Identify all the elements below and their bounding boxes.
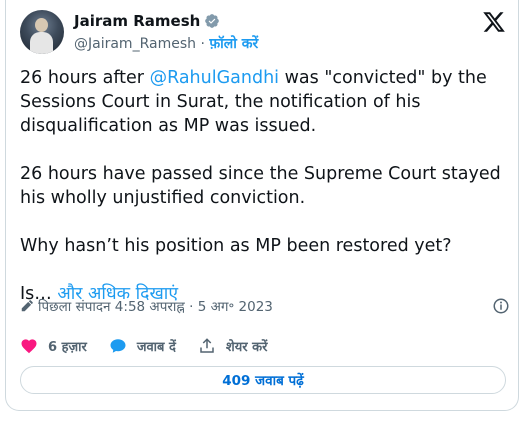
read-replies-button[interactable]: 409 जवाब पढ़ें — [20, 366, 506, 394]
avatar-body — [30, 32, 53, 54]
edited-timestamp[interactable]: पिछला संपादन 4:58 अपराह्न · 5 अग॰ 2023 — [38, 297, 273, 315]
like-count: 6 हज़ार — [48, 340, 87, 355]
tweet-paragraph-2: 26 hours have passed since the Supreme C… — [20, 164, 501, 208]
x-logo-icon[interactable] — [482, 10, 506, 34]
action-bar: 6 हज़ार जवाब दें शेयर करें — [20, 336, 510, 356]
author-name-row: Jairam Ramesh — [74, 12, 220, 30]
tweet-card: Jairam Ramesh @Jairam_Ramesh · फ़ॉलो करे… — [5, 0, 519, 411]
share-icon — [200, 338, 214, 353]
tweet-header: Jairam Ramesh @Jairam_Ramesh · फ़ॉलो करे… — [20, 8, 510, 56]
share-label: शेयर करें — [225, 340, 268, 355]
author-handle-row: @Jairam_Ramesh · फ़ॉलो करें — [74, 34, 258, 53]
heart-icon — [21, 339, 37, 354]
tweet-text: 26 hours after @RahulGandhi was "convict… — [20, 66, 510, 306]
tweet-paragraph-1: 26 hours after @RahulGandhi was "convict… — [20, 66, 510, 138]
avatar-head — [35, 18, 48, 32]
reply-button[interactable]: जवाब दें — [109, 337, 176, 355]
reply-bubble-icon — [110, 339, 126, 353]
share-button[interactable]: शेयर करें — [198, 337, 268, 355]
author-name[interactable]: Jairam Ramesh — [74, 12, 200, 30]
pencil-icon — [21, 300, 33, 312]
author-handle[interactable]: @Jairam_Ramesh — [74, 36, 196, 52]
info-icon[interactable] — [492, 297, 510, 315]
verified-badge-icon — [205, 14, 220, 28]
mention-link[interactable]: @RahulGandhi — [150, 68, 279, 88]
tweet-paragraph-3: Why hasn’t his position as MP been resto… — [20, 236, 452, 256]
follow-button[interactable]: फ़ॉलो करें — [209, 36, 258, 52]
like-button[interactable]: 6 हज़ार — [20, 337, 87, 355]
reply-label: जवाब दें — [136, 340, 176, 355]
edit-meta-row: पिछला संपादन 4:58 अपराह्न · 5 अग॰ 2023 — [20, 296, 510, 316]
para1-before: 26 hours after — [20, 68, 150, 88]
separator-dot: · — [200, 36, 205, 52]
avatar[interactable] — [20, 10, 64, 54]
